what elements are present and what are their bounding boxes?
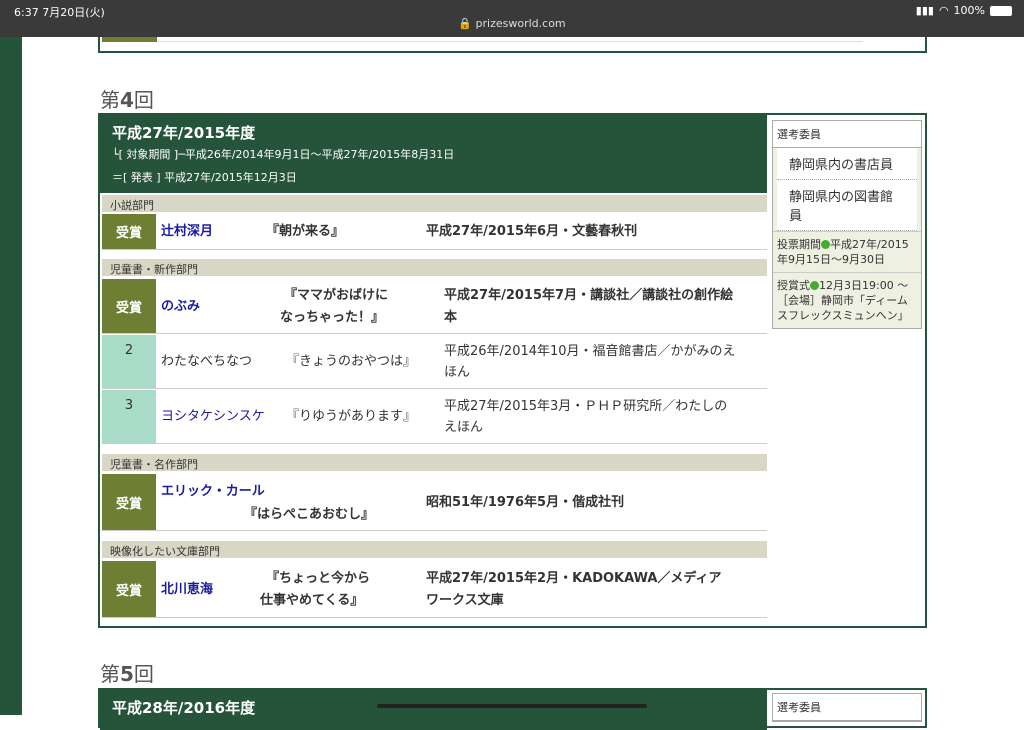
publication-line2: ワークス文庫: [426, 593, 504, 608]
book-title: 『はらぺこあおむし』: [244, 507, 375, 522]
award-badge: 受賞: [102, 474, 156, 530]
category-children-classic: 児童書・名作部門: [102, 454, 767, 471]
publication-line1: 平成27年/2015年3月・ＰＨＰ研究所／わたしの: [444, 399, 728, 414]
selection-title: 選考委員: [773, 121, 921, 148]
rank-badge: 2: [102, 335, 156, 388]
book-title-line2: 仕事やめてくる』: [260, 593, 364, 608]
author-link[interactable]: 北川恵海: [161, 579, 213, 600]
table-row: 受賞 エリック・カール 『はらぺこあおむし』 昭和51年/1976年5月・偕成社…: [102, 474, 767, 531]
award-badge: 受賞: [102, 561, 156, 617]
url-text: prizesworld.com: [475, 17, 566, 30]
book-title: 『きょうのおやつは』: [286, 354, 417, 369]
section-box-4: 平成27年/2015年度 └[ 対象期間 ]─平成26年/2014年9月1日～平…: [98, 113, 927, 628]
previous-section-bottom: [98, 37, 927, 53]
book-title: 『朝が来る』: [266, 224, 345, 239]
target-period: └[ 対象期間 ]─平成26年/2014年9月1日～平成27年/2015年8月3…: [112, 148, 455, 161]
award-badge: 受賞: [102, 279, 156, 333]
book-title-line2: なっちゃった！』: [280, 310, 385, 325]
heading-prefix: 第: [100, 88, 120, 112]
table-row: 受賞 のぶみ 『ママがおばけに なっちゃった！』 平成27年/2015年7月・講…: [102, 279, 767, 334]
table-row: 受賞 辻村深月 『朝が来る』 平成27年/2015年6月・文藝春秋刊: [102, 214, 767, 250]
section-header: 平成27年/2015年度 └[ 対象期間 ]─平成26年/2014年9月1日～平…: [100, 115, 767, 193]
publication-line1: 平成27年/2015年7月・講談社／講談社の創作絵: [444, 288, 734, 303]
section-box-5: 平成28年/2016年度 選考委員: [98, 688, 927, 730]
award-badge: 受賞: [102, 214, 156, 249]
prev-divider: [158, 41, 863, 42]
heading-suffix: 回: [133, 662, 154, 686]
author-link[interactable]: ヨシタケシンスケ: [161, 406, 265, 427]
table-row: 受賞 北川恵海 『ちょっと今から 仕事やめてくる』 平成27年/2015年2月・…: [102, 561, 767, 618]
status-indicators: ▮▮▮ ◠ 100%: [916, 4, 1012, 17]
table-row: 3 ヨシタケシンスケ 『りゆうがあります』 平成27年/2015年3月・ＰＨＰ研…: [102, 390, 767, 444]
section-heading-4: 第4回: [100, 84, 154, 113]
lock-icon: 🔒: [458, 17, 473, 30]
publication-line2: ほん: [444, 365, 471, 380]
author-link[interactable]: 辻村深月: [161, 221, 213, 242]
book-title-line1: 『ママがおばけに: [284, 288, 389, 303]
book-title: 『りゆうがあります』: [286, 409, 417, 424]
selection-title: 選考委員: [773, 694, 921, 721]
member-item: 静岡県内の図書館員: [777, 180, 917, 231]
signal-icon: ▮▮▮: [915, 4, 934, 17]
author-link[interactable]: エリック・カール: [161, 481, 265, 502]
book-title-line1: 『ちょっと今から: [266, 571, 371, 586]
publication-line2: 本: [444, 310, 458, 325]
selection-panel: 選考委員: [772, 693, 922, 722]
section-heading-5: 第5回: [100, 658, 154, 687]
author-link[interactable]: のぶみ: [161, 296, 200, 317]
ceremony-label: 授賞式: [777, 279, 810, 292]
rank-badge: 3: [102, 390, 156, 443]
prev-badge: [102, 37, 157, 42]
member-item: 静岡県内の書店員: [777, 148, 917, 180]
year-title: 平成27年/2015年度: [112, 124, 256, 142]
publication: 平成27年/2015年6月・文藝春秋刊: [426, 224, 638, 239]
category-film-bunko: 映像化したい文庫部門: [102, 541, 767, 558]
author-name: わたなべちなつ: [161, 354, 253, 369]
battery-icon: [990, 5, 1012, 16]
publication: 昭和51年/1976年5月・偕成社刊: [426, 495, 625, 510]
wifi-icon: ◠: [938, 4, 949, 17]
publication-line1: 平成26年/2014年10月・福音館書店／かがみのえ: [444, 344, 736, 359]
vote-label: 投票期間: [777, 238, 821, 251]
vote-period: 投票期間 平成27年/2015年9月15日～9月30日: [773, 231, 921, 272]
section-header: 平成28年/2016年度: [100, 690, 767, 730]
heading-num: 5: [120, 662, 134, 686]
category-novel: 小説部門: [102, 195, 767, 212]
publication-line1: 平成27年/2015年2月・KADOKAWA／メディア: [426, 571, 722, 586]
heading-prefix: 第: [100, 662, 120, 686]
green-dot-icon: [821, 240, 830, 249]
selection-panel: 選考委員 静岡県内の書店員 静岡県内の図書館員 投票期間 平成27年/2015年9…: [772, 120, 922, 329]
heading-num: 4: [120, 88, 134, 112]
announce-date: ＝[ 発表 ] 平成27年/2015年12月3日: [112, 171, 297, 184]
table-row: 2 わたなべちなつ 『きょうのおやつは』 平成26年/2014年10月・福音館書…: [102, 335, 767, 389]
publication-line2: えほん: [444, 420, 484, 435]
home-indicator[interactable]: [377, 704, 647, 708]
address-bar[interactable]: 🔒 prizesworld.com: [0, 17, 1024, 30]
left-sidebar: [0, 37, 22, 715]
green-dot-icon: [810, 281, 819, 290]
battery-label: 100%: [953, 4, 985, 17]
ceremony-info: 授賞式 12月3日19:00 ～ ［会場］静岡市「ディームスフレックスミュンヘン」: [773, 272, 921, 328]
heading-suffix: 回: [133, 88, 154, 112]
status-bar: 6:37 7月20日(火) 🔒 prizesworld.com ▮▮▮ ◠ 10…: [0, 0, 1024, 37]
category-children-new: 児童書・新作部門: [102, 259, 767, 276]
